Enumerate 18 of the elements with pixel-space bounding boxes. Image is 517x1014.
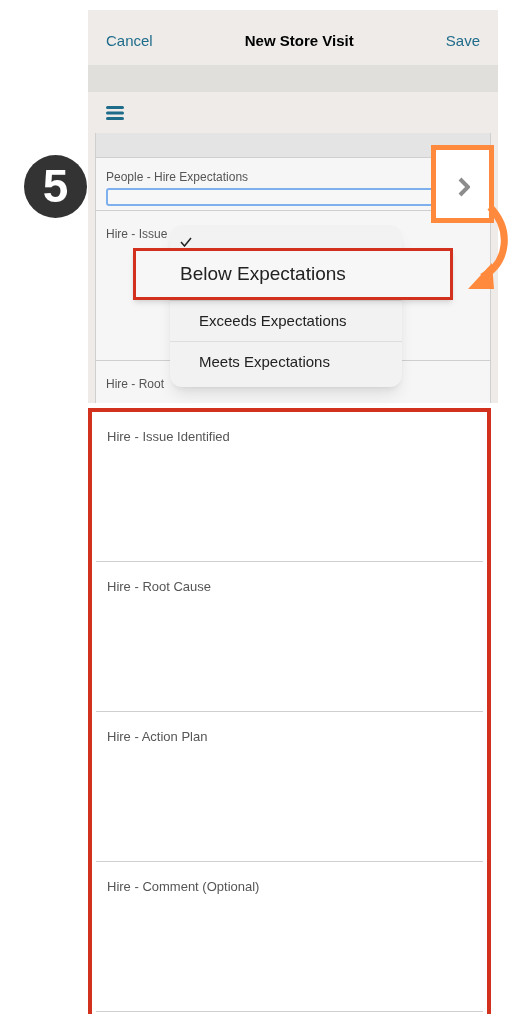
field-label: Hire - Comment (Optional): [107, 879, 260, 894]
screen-title: New Store Visit: [244, 30, 354, 51]
field-label: People - Hire Expectations: [106, 169, 250, 186]
menu-icon[interactable]: [106, 105, 124, 120]
field-label: Hire - Root: [106, 377, 164, 391]
menu-option[interactable]: Meets Expectations: [170, 341, 402, 382]
menu-option[interactable]: Below Expectations: [133, 248, 453, 300]
chevron-right-icon[interactable]: [458, 177, 470, 197]
field-label: Hire - Issue Identified: [107, 429, 230, 444]
field-label: Hire - Root Cause: [107, 579, 212, 594]
cancel-button[interactable]: Cancel: [106, 29, 153, 52]
input-field[interactable]: [106, 188, 434, 206]
field-label: Hire - Action Plan: [107, 729, 208, 744]
field-label: Hire - Issue: [106, 227, 168, 241]
checkmark-icon: [180, 237, 192, 247]
save-button[interactable]: Save: [445, 29, 480, 52]
step-badge: 5: [24, 155, 87, 218]
menu-option[interactable]: Exceeds Expectations: [170, 300, 402, 341]
